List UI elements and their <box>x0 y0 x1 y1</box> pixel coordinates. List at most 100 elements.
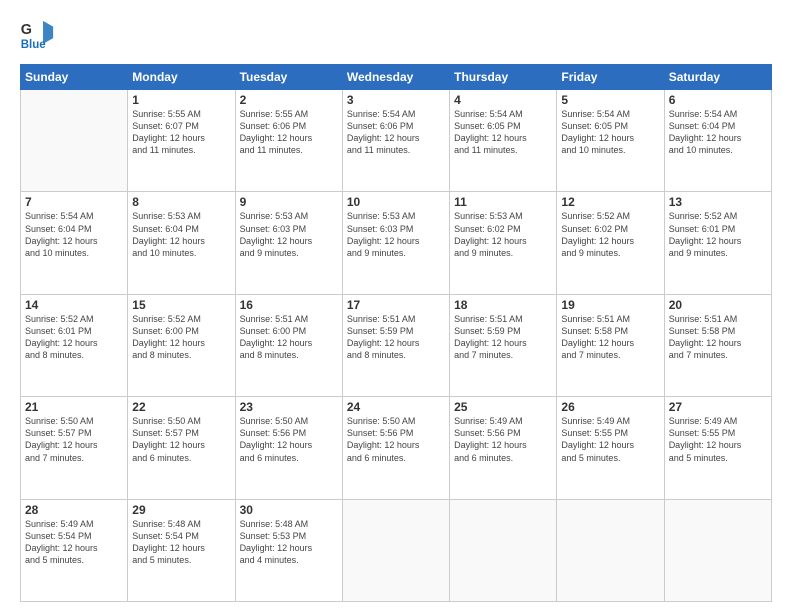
calendar-cell: 1Sunrise: 5:55 AM Sunset: 6:07 PM Daylig… <box>128 90 235 192</box>
day-info: Sunrise: 5:52 AM Sunset: 6:02 PM Dayligh… <box>561 210 659 259</box>
col-header-saturday: Saturday <box>664 65 771 90</box>
day-info: Sunrise: 5:53 AM Sunset: 6:04 PM Dayligh… <box>132 210 230 259</box>
calendar-cell <box>664 499 771 601</box>
day-info: Sunrise: 5:51 AM Sunset: 5:58 PM Dayligh… <box>669 313 767 362</box>
day-number: 12 <box>561 195 659 209</box>
day-number: 1 <box>132 93 230 107</box>
calendar-cell: 8Sunrise: 5:53 AM Sunset: 6:04 PM Daylig… <box>128 192 235 294</box>
calendar-cell: 16Sunrise: 5:51 AM Sunset: 6:00 PM Dayli… <box>235 294 342 396</box>
calendar-cell: 22Sunrise: 5:50 AM Sunset: 5:57 PM Dayli… <box>128 397 235 499</box>
day-info: Sunrise: 5:54 AM Sunset: 6:04 PM Dayligh… <box>669 108 767 157</box>
col-header-sunday: Sunday <box>21 65 128 90</box>
day-info: Sunrise: 5:54 AM Sunset: 6:05 PM Dayligh… <box>454 108 552 157</box>
calendar-cell: 18Sunrise: 5:51 AM Sunset: 5:59 PM Dayli… <box>450 294 557 396</box>
calendar-cell: 24Sunrise: 5:50 AM Sunset: 5:56 PM Dayli… <box>342 397 449 499</box>
col-header-wednesday: Wednesday <box>342 65 449 90</box>
day-info: Sunrise: 5:55 AM Sunset: 6:07 PM Dayligh… <box>132 108 230 157</box>
col-header-friday: Friday <box>557 65 664 90</box>
day-info: Sunrise: 5:50 AM Sunset: 5:57 PM Dayligh… <box>132 415 230 464</box>
calendar-cell: 2Sunrise: 5:55 AM Sunset: 6:06 PM Daylig… <box>235 90 342 192</box>
calendar-cell <box>21 90 128 192</box>
day-number: 7 <box>25 195 123 209</box>
day-info: Sunrise: 5:53 AM Sunset: 6:03 PM Dayligh… <box>240 210 338 259</box>
day-number: 2 <box>240 93 338 107</box>
calendar-week-2: 7Sunrise: 5:54 AM Sunset: 6:04 PM Daylig… <box>21 192 772 294</box>
calendar-cell: 10Sunrise: 5:53 AM Sunset: 6:03 PM Dayli… <box>342 192 449 294</box>
day-number: 26 <box>561 400 659 414</box>
day-number: 24 <box>347 400 445 414</box>
calendar-cell: 17Sunrise: 5:51 AM Sunset: 5:59 PM Dayli… <box>342 294 449 396</box>
day-info: Sunrise: 5:53 AM Sunset: 6:02 PM Dayligh… <box>454 210 552 259</box>
day-number: 25 <box>454 400 552 414</box>
day-number: 17 <box>347 298 445 312</box>
day-number: 14 <box>25 298 123 312</box>
calendar-cell: 29Sunrise: 5:48 AM Sunset: 5:54 PM Dayli… <box>128 499 235 601</box>
calendar-cell: 3Sunrise: 5:54 AM Sunset: 6:06 PM Daylig… <box>342 90 449 192</box>
calendar-cell: 28Sunrise: 5:49 AM Sunset: 5:54 PM Dayli… <box>21 499 128 601</box>
svg-text:Blue: Blue <box>21 39 47 51</box>
calendar-cell: 27Sunrise: 5:49 AM Sunset: 5:55 PM Dayli… <box>664 397 771 499</box>
day-number: 23 <box>240 400 338 414</box>
day-info: Sunrise: 5:49 AM Sunset: 5:55 PM Dayligh… <box>669 415 767 464</box>
day-number: 13 <box>669 195 767 209</box>
day-number: 29 <box>132 503 230 517</box>
calendar-cell: 13Sunrise: 5:52 AM Sunset: 6:01 PM Dayli… <box>664 192 771 294</box>
day-number: 10 <box>347 195 445 209</box>
calendar-week-1: 1Sunrise: 5:55 AM Sunset: 6:07 PM Daylig… <box>21 90 772 192</box>
day-info: Sunrise: 5:51 AM Sunset: 5:59 PM Dayligh… <box>454 313 552 362</box>
day-info: Sunrise: 5:48 AM Sunset: 5:54 PM Dayligh… <box>132 518 230 567</box>
calendar-cell: 30Sunrise: 5:48 AM Sunset: 5:53 PM Dayli… <box>235 499 342 601</box>
calendar-cell <box>557 499 664 601</box>
day-number: 8 <box>132 195 230 209</box>
day-number: 18 <box>454 298 552 312</box>
col-header-monday: Monday <box>128 65 235 90</box>
day-info: Sunrise: 5:54 AM Sunset: 6:06 PM Dayligh… <box>347 108 445 157</box>
day-number: 30 <box>240 503 338 517</box>
calendar-cell: 19Sunrise: 5:51 AM Sunset: 5:58 PM Dayli… <box>557 294 664 396</box>
calendar-table: SundayMondayTuesdayWednesdayThursdayFrid… <box>20 64 772 602</box>
col-header-tuesday: Tuesday <box>235 65 342 90</box>
day-info: Sunrise: 5:48 AM Sunset: 5:53 PM Dayligh… <box>240 518 338 567</box>
day-number: 27 <box>669 400 767 414</box>
day-number: 5 <box>561 93 659 107</box>
calendar-cell: 4Sunrise: 5:54 AM Sunset: 6:05 PM Daylig… <box>450 90 557 192</box>
day-number: 22 <box>132 400 230 414</box>
day-number: 21 <box>25 400 123 414</box>
day-info: Sunrise: 5:52 AM Sunset: 6:01 PM Dayligh… <box>669 210 767 259</box>
day-number: 11 <box>454 195 552 209</box>
day-info: Sunrise: 5:55 AM Sunset: 6:06 PM Dayligh… <box>240 108 338 157</box>
logo-svg: G Blue <box>20 18 56 54</box>
calendar-cell: 11Sunrise: 5:53 AM Sunset: 6:02 PM Dayli… <box>450 192 557 294</box>
day-number: 6 <box>669 93 767 107</box>
calendar-cell: 25Sunrise: 5:49 AM Sunset: 5:56 PM Dayli… <box>450 397 557 499</box>
day-info: Sunrise: 5:49 AM Sunset: 5:55 PM Dayligh… <box>561 415 659 464</box>
calendar-cell: 21Sunrise: 5:50 AM Sunset: 5:57 PM Dayli… <box>21 397 128 499</box>
calendar-cell <box>450 499 557 601</box>
day-info: Sunrise: 5:49 AM Sunset: 5:54 PM Dayligh… <box>25 518 123 567</box>
calendar-cell: 5Sunrise: 5:54 AM Sunset: 6:05 PM Daylig… <box>557 90 664 192</box>
day-number: 3 <box>347 93 445 107</box>
calendar-cell: 20Sunrise: 5:51 AM Sunset: 5:58 PM Dayli… <box>664 294 771 396</box>
day-number: 9 <box>240 195 338 209</box>
day-info: Sunrise: 5:49 AM Sunset: 5:56 PM Dayligh… <box>454 415 552 464</box>
day-info: Sunrise: 5:50 AM Sunset: 5:56 PM Dayligh… <box>240 415 338 464</box>
calendar-week-4: 21Sunrise: 5:50 AM Sunset: 5:57 PM Dayli… <box>21 397 772 499</box>
day-number: 20 <box>669 298 767 312</box>
calendar-cell: 14Sunrise: 5:52 AM Sunset: 6:01 PM Dayli… <box>21 294 128 396</box>
day-info: Sunrise: 5:50 AM Sunset: 5:57 PM Dayligh… <box>25 415 123 464</box>
calendar-cell: 12Sunrise: 5:52 AM Sunset: 6:02 PM Dayli… <box>557 192 664 294</box>
day-info: Sunrise: 5:54 AM Sunset: 6:04 PM Dayligh… <box>25 210 123 259</box>
day-info: Sunrise: 5:51 AM Sunset: 5:58 PM Dayligh… <box>561 313 659 362</box>
day-number: 15 <box>132 298 230 312</box>
calendar-cell <box>342 499 449 601</box>
calendar-header-row: SundayMondayTuesdayWednesdayThursdayFrid… <box>21 65 772 90</box>
day-number: 19 <box>561 298 659 312</box>
calendar-cell: 26Sunrise: 5:49 AM Sunset: 5:55 PM Dayli… <box>557 397 664 499</box>
page-header: G Blue <box>20 18 772 54</box>
day-info: Sunrise: 5:52 AM Sunset: 6:01 PM Dayligh… <box>25 313 123 362</box>
calendar-cell: 6Sunrise: 5:54 AM Sunset: 6:04 PM Daylig… <box>664 90 771 192</box>
day-info: Sunrise: 5:51 AM Sunset: 5:59 PM Dayligh… <box>347 313 445 362</box>
day-number: 4 <box>454 93 552 107</box>
day-number: 28 <box>25 503 123 517</box>
calendar-week-3: 14Sunrise: 5:52 AM Sunset: 6:01 PM Dayli… <box>21 294 772 396</box>
